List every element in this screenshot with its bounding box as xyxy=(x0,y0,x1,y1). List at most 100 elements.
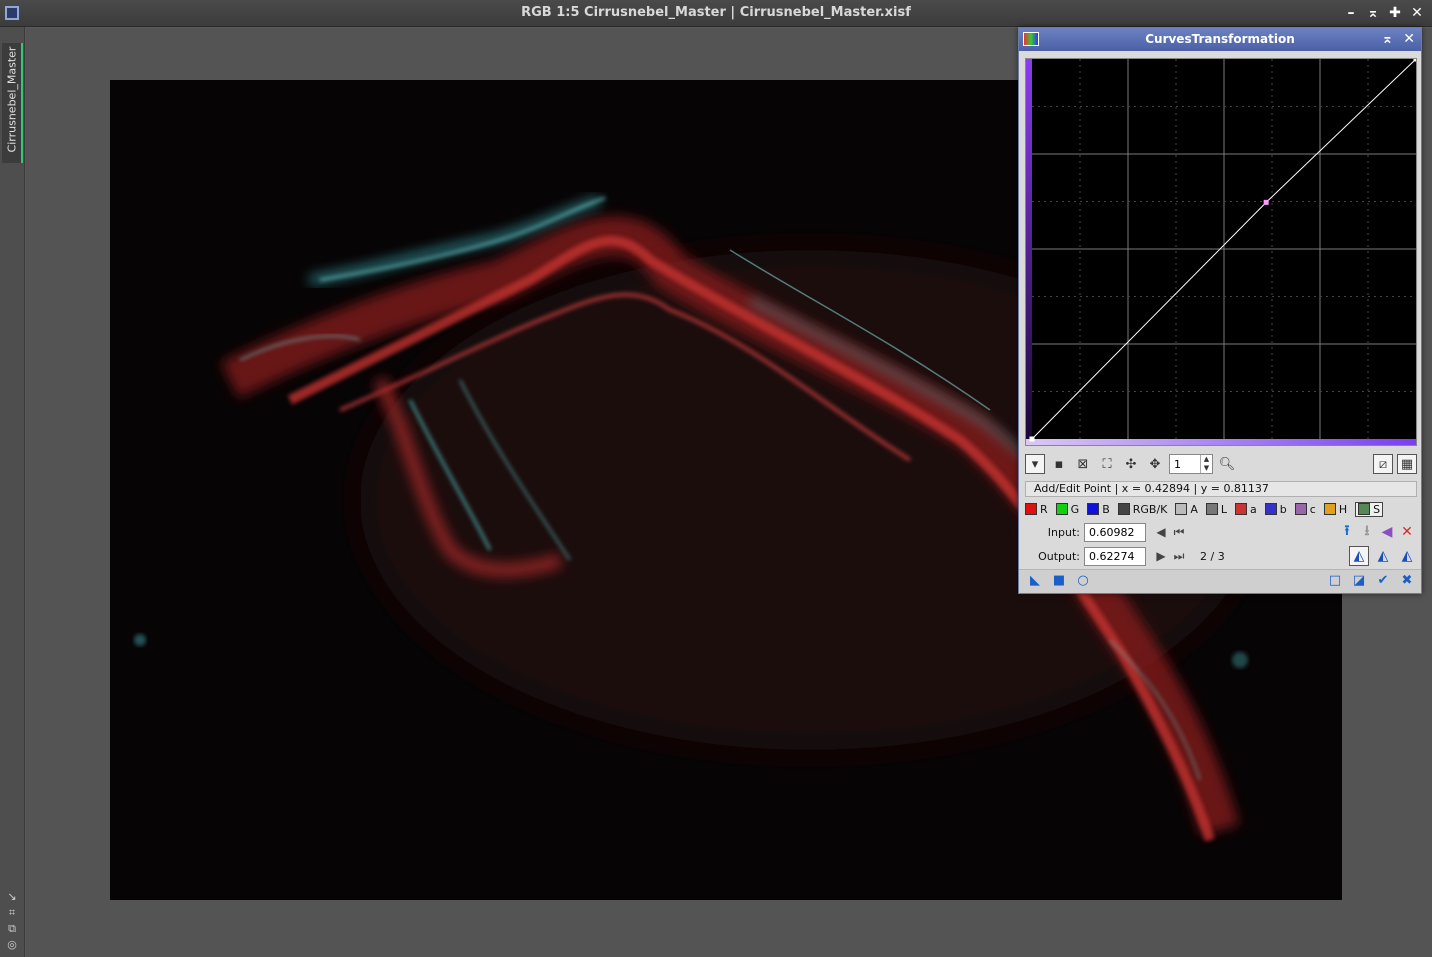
shade-icon[interactable]: ⌅ xyxy=(1366,5,1380,21)
channel-label: B xyxy=(1102,502,1110,516)
graph-background xyxy=(1026,59,1416,445)
channel-label: RGB/K xyxy=(1132,502,1168,516)
channel-swatch-icon xyxy=(1205,503,1218,515)
zoom-fit-icon[interactable]: ⛶ xyxy=(1097,454,1117,474)
graph-vertical-gradient xyxy=(1026,59,1032,439)
curve-graph[interactable] xyxy=(1025,56,1419,446)
shade-icon[interactable]: ⌅ xyxy=(1382,28,1394,51)
channel-selector: R G B RGB/K A La b c H S xyxy=(1025,500,1417,518)
channel-label: a xyxy=(1250,502,1257,516)
left-sidebar: Cirrusnebel_Master ↘ ⌗ ⧉ ◎ xyxy=(0,27,25,957)
reset-dialog-icon[interactable]: ✖ xyxy=(1399,573,1415,589)
window-title: RGB 1:5 Cirrusnebel_Master | Cirrusnebel… xyxy=(521,5,911,20)
circle-icon[interactable]: ◎ xyxy=(5,939,19,951)
curves-icon xyxy=(1023,32,1039,46)
next-point-icon[interactable]: ▶ xyxy=(1152,549,1170,563)
zoom-spinbox[interactable]: 1 ▲ ▼ xyxy=(1169,454,1213,474)
input-field[interactable]: 0.60982 xyxy=(1084,522,1146,542)
akima-interpolation-icon[interactable]: ◭ xyxy=(1349,546,1369,566)
real-time-preview-icon[interactable]: ○ xyxy=(1075,573,1091,589)
image-tab-label: Cirrusnebel_Master xyxy=(5,46,19,153)
channel-label: c xyxy=(1309,502,1316,516)
fit-icon[interactable]: ⌗ xyxy=(5,907,19,919)
channel-label: G xyxy=(1070,502,1080,516)
channel-label: L xyxy=(1220,502,1228,516)
zoom-all-icon[interactable]: ✣ xyxy=(1121,454,1141,474)
maximize-icon[interactable]: ✚ xyxy=(1388,5,1402,21)
channel-swatch-icon xyxy=(1175,503,1188,515)
channel-a[interactable]: a xyxy=(1235,503,1257,516)
channel-swatch-icon xyxy=(1264,503,1277,515)
point-count: 2 / 3 xyxy=(1200,549,1225,563)
show-curve-icon[interactable]: ⧄ xyxy=(1373,454,1393,474)
invert-icon[interactable]: ◀ xyxy=(1377,522,1397,542)
channel-swatch-icon xyxy=(1087,503,1100,515)
channel-B[interactable]: B xyxy=(1087,503,1110,516)
channel-L[interactable]: L xyxy=(1205,502,1228,516)
dialog-bottom-bar: ◣ ■ ○ □ ◪ ✔ ✖ xyxy=(1019,569,1421,593)
browse-doc-icon[interactable]: □ xyxy=(1327,573,1343,589)
channel-label: R xyxy=(1040,502,1048,516)
apply-icon[interactable]: ✔ xyxy=(1375,573,1391,589)
linear-interpolation-icon[interactable]: ◭ xyxy=(1397,546,1417,566)
delete-point-icon[interactable]: ⊠ xyxy=(1073,454,1093,474)
image-tab[interactable]: Cirrusnebel_Master xyxy=(2,43,23,163)
curves-transformation-dialog: CurvesTransformation ⌅ ✕ ▾ ▪ ⊠ ⛶ ✣ ✥ 1 ▲… xyxy=(1018,27,1422,594)
channel-swatch-icon xyxy=(1235,503,1248,515)
zoom-value: 1 xyxy=(1174,457,1181,471)
channel-swatch-icon xyxy=(1055,503,1068,515)
channel-swatch-icon xyxy=(1358,503,1371,515)
input-row: Input: 0.60982 ◀ ⏮ ⭱ ⭳ ◀ ✕ xyxy=(1025,521,1417,543)
channel-b[interactable]: b xyxy=(1264,502,1287,516)
minimize-icon[interactable]: – xyxy=(1344,5,1358,21)
output-row: Output: 0.62274 ▶ ⏭ 2 / 3 ◭ ◭ ◭ xyxy=(1025,545,1417,567)
copy-icon[interactable]: ⧉ xyxy=(5,923,19,935)
channel-label: H xyxy=(1338,502,1348,516)
channel-label: S xyxy=(1373,502,1381,516)
curve-plot[interactable] xyxy=(1026,56,1419,445)
curve-point[interactable] xyxy=(1413,56,1419,62)
channel-RGB/K[interactable]: RGB/K xyxy=(1117,502,1168,516)
spin-arrows[interactable]: ▲ ▼ xyxy=(1200,455,1212,473)
curves-title-bar[interactable]: CurvesTransformation ⌅ ✕ xyxy=(1019,28,1421,51)
apply-global-icon[interactable]: ■ xyxy=(1051,573,1067,589)
pan-icon[interactable]: ✥ xyxy=(1145,454,1165,474)
cubic-spline-icon[interactable]: ◭ xyxy=(1373,546,1393,566)
edit-mode-icon[interactable]: ▾ xyxy=(1025,454,1045,474)
channel-R[interactable]: R xyxy=(1025,503,1048,516)
channel-label: A xyxy=(1190,502,1198,516)
channel-A[interactable]: A xyxy=(1175,503,1198,516)
main-title-bar: RGB 1:5 Cirrusnebel_Master | Cirrusnebel… xyxy=(0,0,1432,27)
show-grid-icon[interactable]: ▦ xyxy=(1397,454,1417,474)
channel-label: b xyxy=(1279,502,1287,516)
channel-H[interactable]: H xyxy=(1323,502,1348,516)
graph-horizontal-gradient xyxy=(1026,439,1416,445)
reset-icon[interactable]: ✕ xyxy=(1397,522,1417,542)
graph-toolbar: ▾ ▪ ⊠ ⛶ ✣ ✥ 1 ▲ ▼ 🔍︎ ⧄ ▦ xyxy=(1025,452,1417,476)
close-icon[interactable]: ✕ xyxy=(1410,5,1424,21)
channel-c[interactable]: c xyxy=(1294,502,1316,516)
channel-swatch-icon xyxy=(1294,503,1307,515)
output-field[interactable]: 0.62274 xyxy=(1084,546,1146,566)
new-instance-icon[interactable]: ◣ xyxy=(1027,573,1043,589)
prev-point-icon[interactable]: ◀ xyxy=(1152,525,1170,539)
restore-icon[interactable]: ⭳ xyxy=(1357,522,1377,542)
arrow-icon[interactable]: ↘ xyxy=(5,891,19,903)
channel-S[interactable]: S xyxy=(1355,501,1384,517)
curve-point[interactable] xyxy=(1029,436,1035,442)
curves-title: CurvesTransformation xyxy=(1145,32,1295,46)
channel-swatch-icon xyxy=(1323,503,1336,515)
store-icon[interactable]: ⭱ xyxy=(1337,522,1357,542)
input-label: Input: xyxy=(1047,525,1080,539)
curve-point[interactable] xyxy=(1263,199,1269,205)
last-point-icon[interactable]: ⏭ xyxy=(1170,549,1188,564)
channel-G[interactable]: G xyxy=(1055,502,1080,516)
close-icon[interactable]: ✕ xyxy=(1403,28,1415,51)
status-readout: Add/Edit Point | x = 0.42894 | y = 0.811… xyxy=(1025,481,1417,497)
select-icon[interactable]: ▪ xyxy=(1049,454,1069,474)
edit-instance-icon[interactable]: ◪ xyxy=(1351,573,1367,589)
channel-swatch-icon xyxy=(1025,503,1037,515)
output-label: Output: xyxy=(1038,549,1080,563)
zoom-icon[interactable]: 🔍︎ xyxy=(1217,454,1237,474)
first-point-icon[interactable]: ⏮ xyxy=(1170,525,1188,540)
